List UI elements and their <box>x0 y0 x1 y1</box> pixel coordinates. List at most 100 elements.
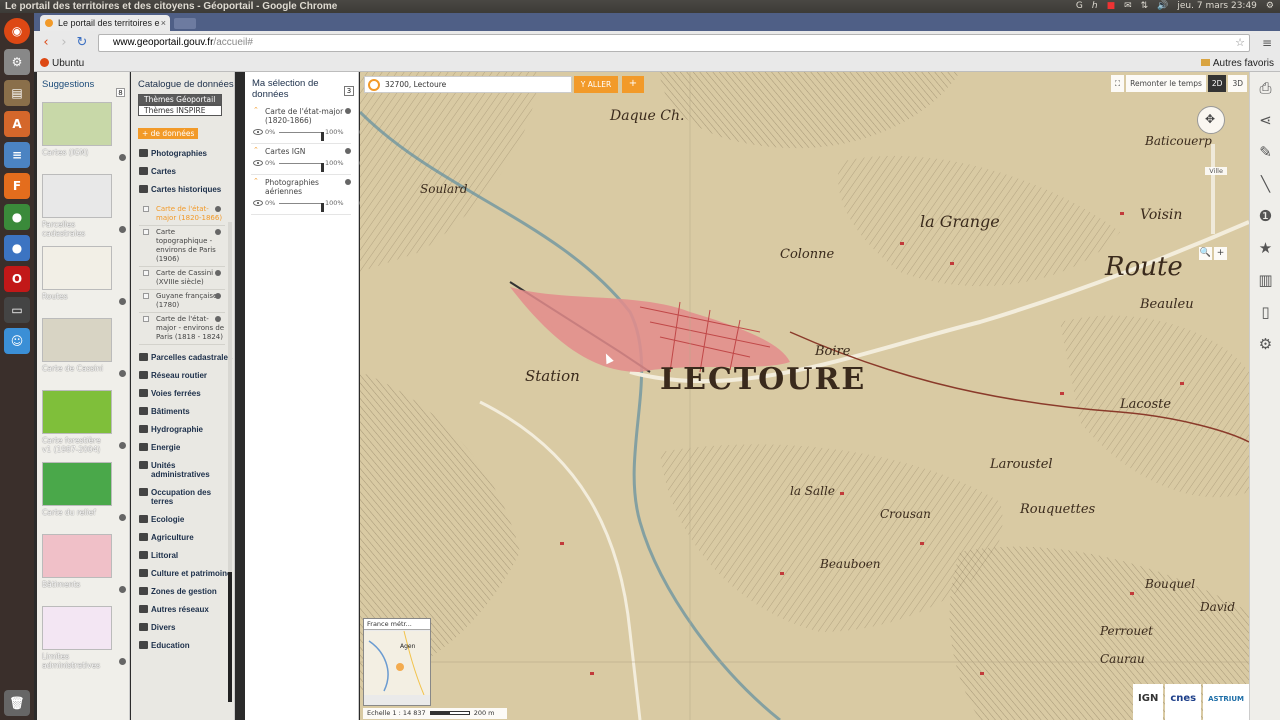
cnes-logo[interactable]: cnes <box>1165 684 1202 720</box>
info-icon[interactable] <box>215 293 221 299</box>
catalog-category[interactable]: Autres réseaux <box>131 605 234 614</box>
opacity-knob[interactable] <box>321 163 324 172</box>
favorite-icon[interactable]: ★ <box>1250 232 1280 264</box>
selected-layer[interactable]: ⌃ Carte de l'état-major (1820-1866) 0% 100% <box>251 104 365 144</box>
suggestion-thumbnail[interactable] <box>42 246 112 290</box>
suggestion-thumbnail[interactable] <box>42 462 112 506</box>
catalog-layer-item[interactable]: Guyane française (1780) <box>139 290 225 313</box>
back-in-time-button[interactable]: Remonter le temps <box>1126 75 1206 92</box>
info-icon[interactable] <box>215 316 221 322</box>
catalog-category[interactable]: Culture et patrimoine <box>131 569 234 578</box>
catalog-category[interactable]: Cartes <box>131 167 234 176</box>
google-icon[interactable]: G <box>1076 0 1083 13</box>
close-icon[interactable]: × <box>161 15 166 31</box>
reorder-icon[interactable]: ⌃ <box>253 146 259 154</box>
bookmark-ubuntu[interactable]: Ubuntu <box>40 55 84 72</box>
themes-inspire-tab[interactable]: Thèmes INSPIRE <box>138 105 222 116</box>
suggestion-thumbnail[interactable] <box>42 102 112 146</box>
map-book-icon[interactable]: ▥ <box>1250 264 1280 296</box>
catalog-category[interactable]: Hydrographie <box>131 425 234 434</box>
settings-icon[interactable]: ⚙ <box>1250 328 1280 360</box>
selected-layer[interactable]: ⌃ Cartes IGN 0% 100% <box>251 144 365 175</box>
chrome-icon[interactable]: ● <box>4 204 30 230</box>
info-icon[interactable] <box>345 148 351 154</box>
info-icon[interactable] <box>119 298 126 305</box>
info-icon[interactable] <box>119 370 126 377</box>
chromium-icon[interactable]: ● <box>4 235 30 261</box>
mode-3d-button[interactable]: 3D <box>1228 75 1247 92</box>
bookmark-other[interactable]: Autres favoris <box>1201 55 1274 72</box>
info-icon[interactable]: ❶ <box>1250 200 1280 232</box>
info-icon[interactable] <box>345 179 351 185</box>
catalog-layer-item[interactable]: Carte de Cassini (XVIIIe siècle) <box>139 267 225 290</box>
catalog-category[interactable]: Education <box>131 641 234 650</box>
suggestion-thumbnail[interactable] <box>42 534 112 578</box>
catalog-category[interactable]: Bâtiments <box>131 407 234 416</box>
suggestion-thumbnail[interactable] <box>42 390 112 434</box>
opacity-knob[interactable] <box>321 203 324 212</box>
visibility-icon[interactable] <box>253 200 263 206</box>
more-data-button[interactable]: + de données <box>138 128 199 139</box>
info-icon[interactable] <box>345 108 351 114</box>
catalog-category[interactable]: Zones de gestion <box>131 587 234 596</box>
info-icon[interactable] <box>119 226 126 233</box>
edit-icon[interactable]: ✎ <box>1250 136 1280 168</box>
measure-icon[interactable]: ╲ <box>1250 168 1280 200</box>
suggestion-thumbnail[interactable] <box>42 318 112 362</box>
suggestion-item[interactable]: Cartes (IGN) <box>42 102 126 166</box>
terminal-icon[interactable]: ▭ <box>4 297 30 323</box>
map-view[interactable]: Daque Ch. Lectoure Station Route Boire l… <box>360 72 1249 720</box>
network-icon[interactable]: ⇅ <box>1141 0 1149 13</box>
info-icon[interactable] <box>119 586 126 593</box>
mode-2d-button[interactable]: 2D <box>1207 75 1227 92</box>
files-icon[interactable]: ▤ <box>4 80 30 106</box>
catalog-category[interactable]: Littoral <box>131 551 234 560</box>
suggestion-item[interactable]: Parcelles cadastrales <box>42 174 126 238</box>
hp-icon[interactable]: ℎ <box>1092 0 1098 13</box>
trash-icon[interactable]: 🗑 <box>4 690 30 716</box>
overview-map[interactable]: France métr... Agen <box>363 618 431 706</box>
user-icon[interactable]: ☺ <box>4 328 30 354</box>
info-icon[interactable] <box>215 270 221 276</box>
zoom-in-icon[interactable]: + <box>1214 247 1227 260</box>
info-icon[interactable] <box>119 514 126 521</box>
place-search-input[interactable]: 32700, Lectoure <box>364 76 572 93</box>
tab-geoportail[interactable]: Le portail des territoires e × <box>40 15 170 31</box>
catalog-category[interactable]: Parcelles cadastrales <box>131 353 234 362</box>
suggestion-item[interactable]: Carte du relief <box>42 462 126 526</box>
menu-icon[interactable]: ≡ <box>1262 36 1272 50</box>
new-tab-button[interactable] <box>174 18 196 29</box>
volume-icon[interactable]: 🔊 <box>1157 0 1168 13</box>
mail-icon[interactable]: ✉ <box>1124 0 1132 13</box>
ign-logo[interactable]: IGN <box>1133 684 1164 720</box>
suggestion-item[interactable]: Carte de Cassini <box>42 318 126 382</box>
opacity-slider[interactable] <box>279 163 324 172</box>
catalog-category[interactable]: Agriculture <box>131 533 234 542</box>
catalog-category[interactable]: Ecologie <box>131 515 234 524</box>
suggestion-thumbnail[interactable] <box>42 174 112 218</box>
suggestion-thumbnail[interactable] <box>42 606 112 650</box>
info-icon[interactable] <box>119 154 126 161</box>
stop-icon[interactable]: ■ <box>1107 0 1116 13</box>
opera-icon[interactable]: O <box>4 266 30 292</box>
opacity-slider[interactable] <box>279 132 324 141</box>
print-icon[interactable]: ⎙ <box>1250 72 1280 104</box>
ubuntu-dash-icon[interactable]: ◉ <box>4 18 30 44</box>
document-icon[interactable]: ▯ <box>1250 296 1280 328</box>
forward-icon[interactable]: › <box>56 35 72 51</box>
catalog-layer-item[interactable]: Carte de l'état-major - environs de Pari… <box>139 313 225 345</box>
software-center-icon[interactable]: A <box>4 111 30 137</box>
info-icon[interactable] <box>215 206 221 212</box>
zoom-slider[interactable] <box>1211 144 1215 234</box>
go-button[interactable]: Y ALLER <box>574 76 618 93</box>
catalog-category[interactable]: Occupation des terres <box>131 488 234 506</box>
advanced-search-button[interactable]: + <box>622 76 644 93</box>
selection-count[interactable]: 3 <box>344 86 354 96</box>
info-icon[interactable] <box>119 658 126 665</box>
clock[interactable]: jeu. 7 mars 23:49 <box>1177 0 1257 13</box>
suggestion-item[interactable]: Bâtiments <box>42 534 126 598</box>
bookmark-star-icon[interactable]: ☆ <box>1235 35 1245 51</box>
catalog-category[interactable]: Réseau routier <box>131 371 234 380</box>
catalog-category[interactable]: Energie <box>131 443 234 452</box>
catalog-layer-item[interactable]: Carte de l'état-major (1820-1866) <box>139 203 225 226</box>
